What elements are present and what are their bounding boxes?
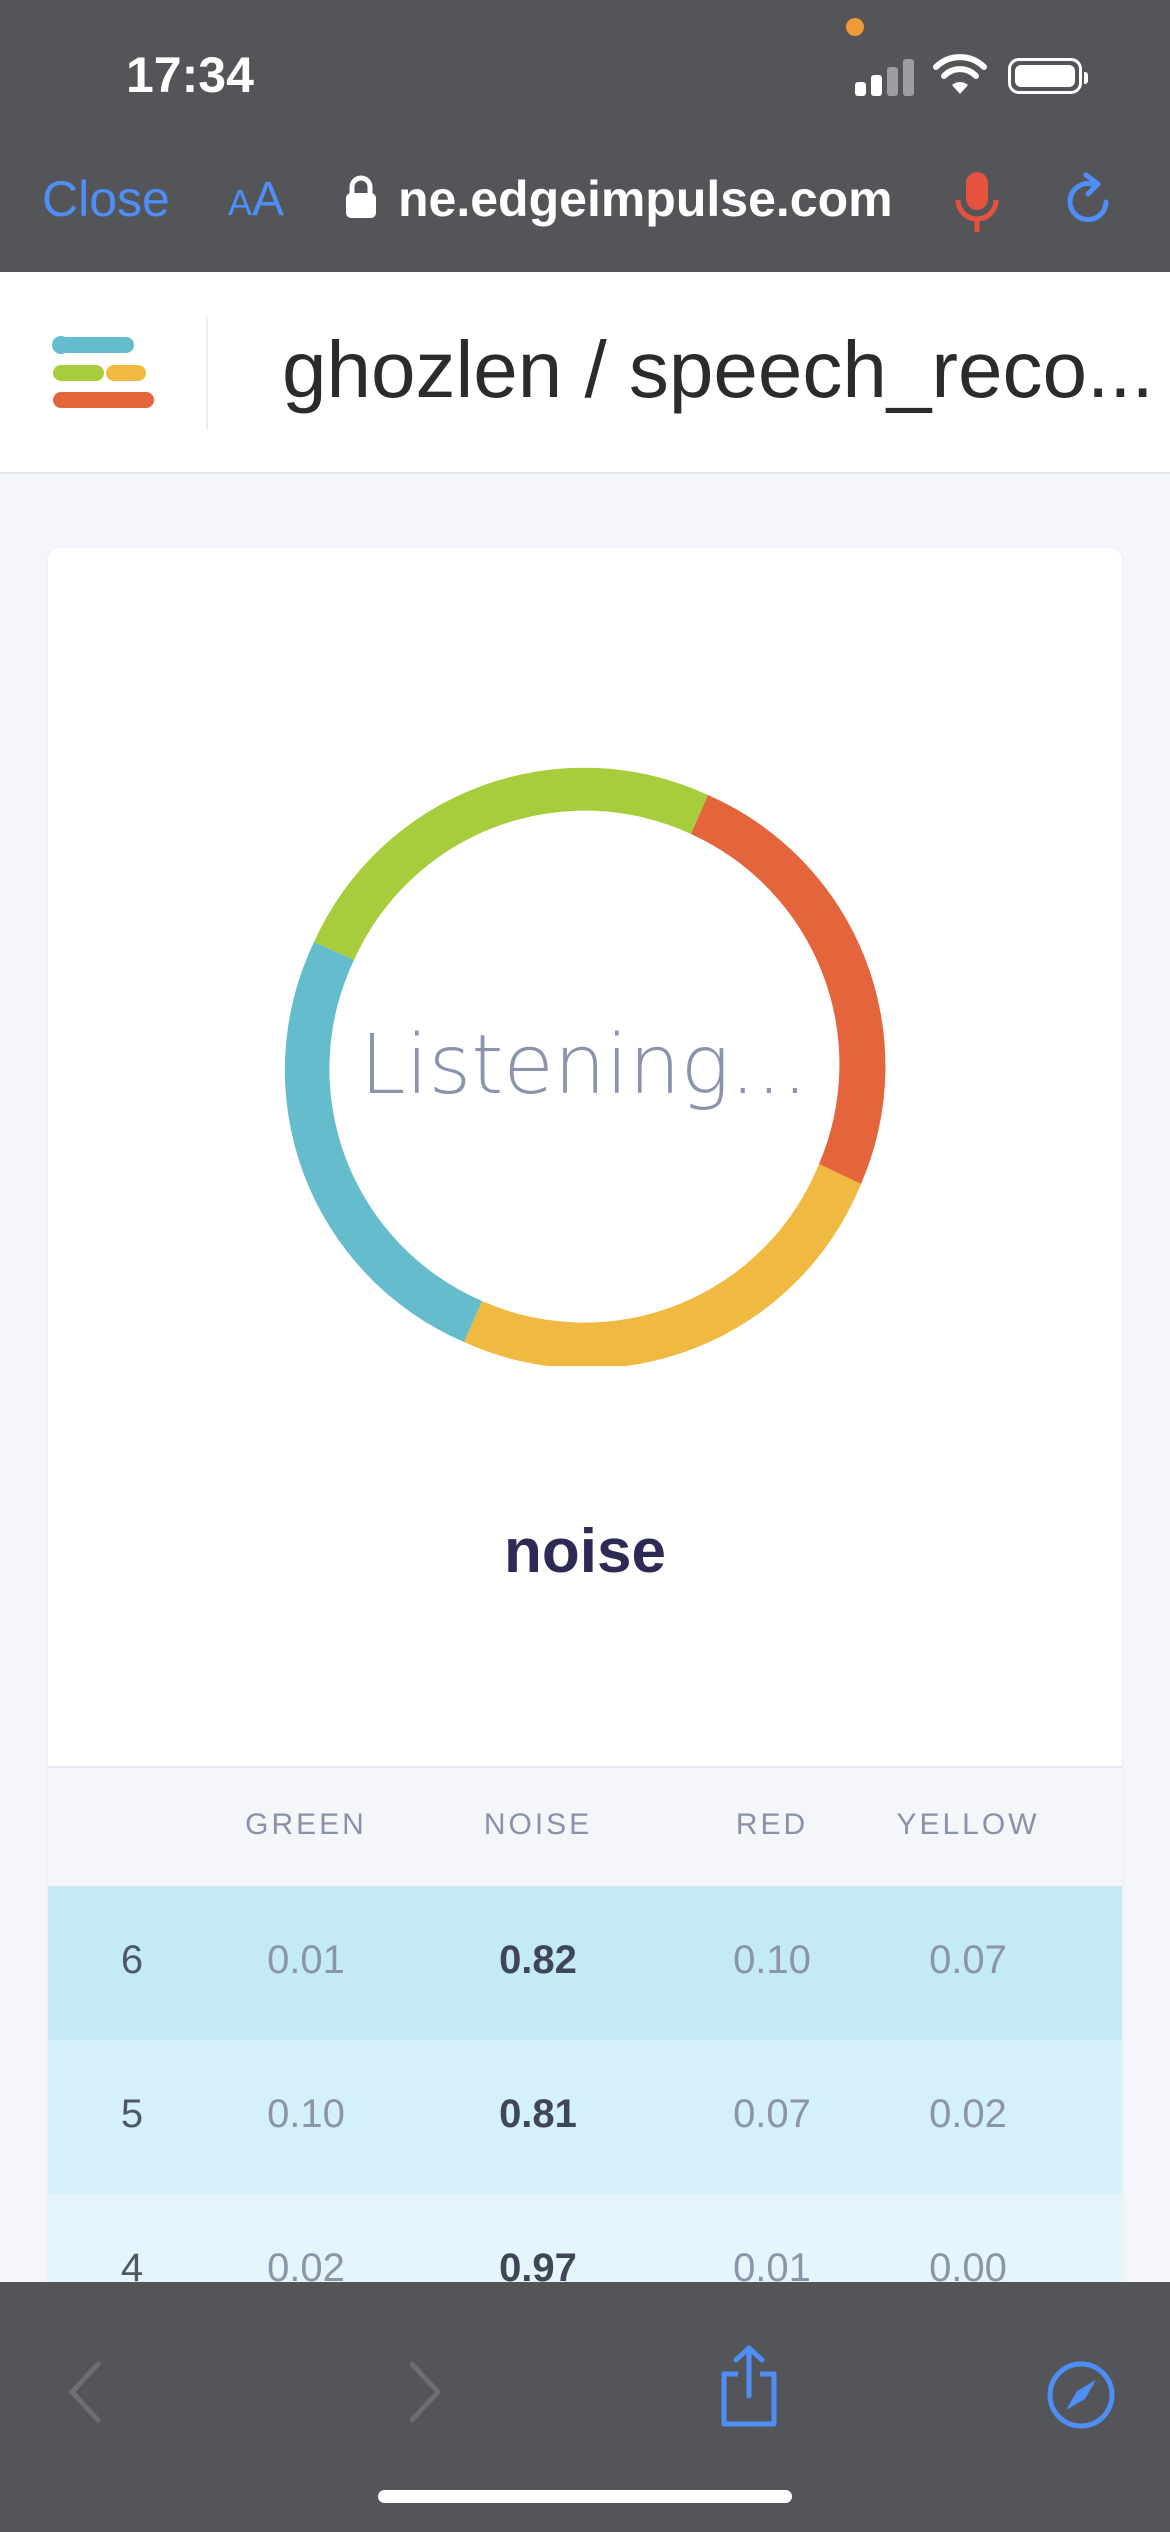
battery-icon bbox=[1008, 58, 1088, 94]
cell-red: 0.10 bbox=[733, 1938, 811, 1982]
browser-top-bar: 17:34 Close AA ne.edgeimpulse.com bbox=[0, 0, 1170, 272]
live-classification-card: Listening... noise GREEN NOISE RED YELLO… bbox=[48, 548, 1122, 2348]
lock-icon bbox=[346, 175, 376, 218]
reload-icon[interactable] bbox=[1062, 172, 1116, 228]
ring-segment-blue bbox=[284, 942, 482, 1342]
microphone-icon[interactable] bbox=[952, 170, 1002, 236]
ring-segment-green bbox=[314, 767, 708, 960]
column-header-yellow: YELLOW bbox=[896, 1808, 1040, 1841]
classification-ring: Listening... bbox=[282, 762, 886, 1369]
header-divider bbox=[206, 316, 208, 430]
row-index: 6 bbox=[120, 1938, 144, 1982]
address-bar-url[interactable]: ne.edgeimpulse.com bbox=[398, 170, 893, 228]
cell-yellow: 0.07 bbox=[929, 1938, 1007, 1982]
results-table-header: GREEN NOISE RED YELLOW bbox=[48, 1766, 1122, 1888]
column-header-red: RED bbox=[735, 1808, 809, 1841]
status-time: 17:34 bbox=[126, 47, 254, 103]
home-indicator bbox=[378, 2490, 792, 2503]
back-icon[interactable] bbox=[66, 2360, 106, 2424]
mic-in-use-indicator bbox=[846, 18, 864, 36]
cell-yellow: 0.02 bbox=[929, 2092, 1007, 2136]
project-title: ghozlen / speech_reco... bbox=[282, 325, 1154, 414]
cell-green: 0.01 bbox=[267, 1938, 345, 1982]
cellular-signal-icon bbox=[855, 56, 915, 96]
top-prediction-label: noise bbox=[504, 1517, 666, 1586]
table-row: 5 0.10 0.81 0.07 0.02 bbox=[48, 2040, 1122, 2194]
cell-green: 0.10 bbox=[267, 2092, 345, 2136]
safari-compass-icon[interactable] bbox=[1046, 2360, 1116, 2430]
column-header-noise: NOISE bbox=[483, 1808, 593, 1841]
menu-logo-icon[interactable] bbox=[52, 336, 156, 410]
reader-options-button[interactable]: AA bbox=[228, 172, 284, 227]
browser-bottom-toolbar bbox=[0, 2282, 1170, 2532]
close-button[interactable]: Close bbox=[42, 170, 170, 228]
listening-status: Listening... bbox=[360, 1018, 808, 1113]
forward-icon[interactable] bbox=[404, 2360, 444, 2424]
table-row: 6 0.01 0.82 0.10 0.07 bbox=[48, 1886, 1122, 2040]
row-index: 5 bbox=[120, 2092, 144, 2136]
wifi-icon bbox=[933, 54, 987, 94]
cell-noise: 0.82 bbox=[499, 1938, 577, 1982]
ring-segment-red bbox=[691, 795, 886, 1184]
cell-noise: 0.81 bbox=[499, 2092, 577, 2136]
column-header-green: GREEN bbox=[245, 1808, 367, 1841]
cell-red: 0.07 bbox=[733, 2092, 811, 2136]
ring-segment-yellow bbox=[464, 1164, 861, 1369]
site-header: ghozlen / speech_reco... bbox=[0, 272, 1170, 474]
share-icon[interactable] bbox=[716, 2344, 782, 2428]
